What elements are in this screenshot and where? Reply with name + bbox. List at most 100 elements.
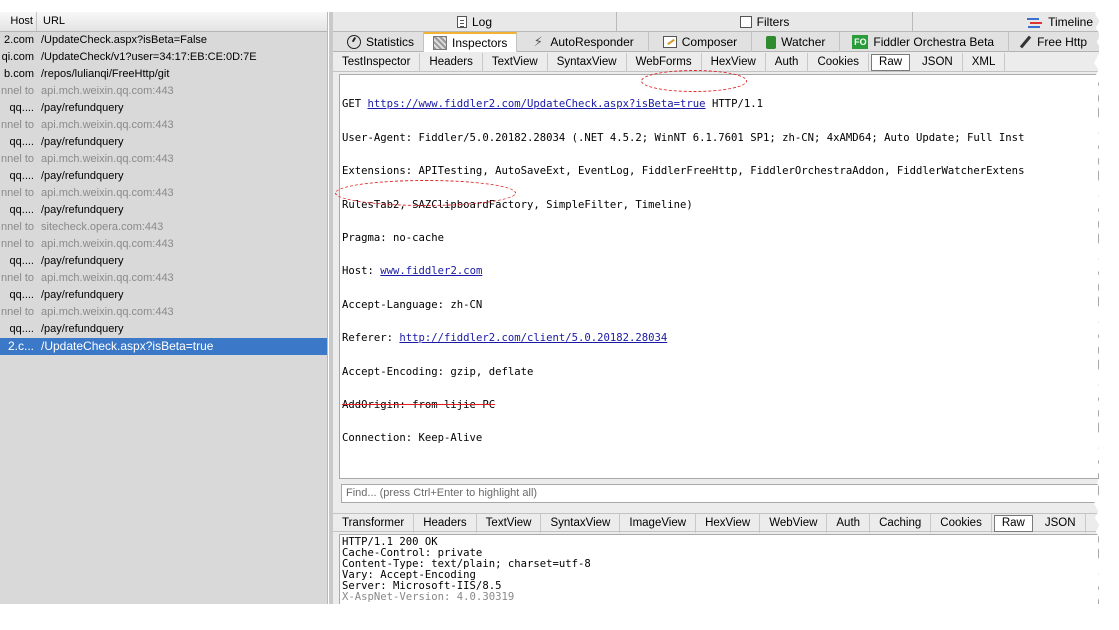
response-tab-textview[interactable]: TextView (477, 514, 542, 533)
timeline-icon (1027, 16, 1043, 29)
session-host: qq.... (9, 289, 34, 301)
tab-inspectors[interactable]: Inspectors (424, 32, 518, 52)
session-row[interactable]: nnel to api.mch.weixin.qq.com:443 (0, 151, 327, 168)
response-tab-imageview[interactable]: ImageView (620, 514, 697, 533)
session-url: api.mch.weixin.qq.com:443 (41, 306, 174, 318)
request-tab-cookies[interactable]: Cookies (808, 53, 870, 72)
header-referer: Referer: http://fiddler2.com/client/5.0.… (342, 332, 668, 345)
session-row[interactable]: qq.... /pay/refundquery (0, 287, 327, 304)
header-extensions: Extensions: APITesting, AutoSaveExt, Eve… (342, 165, 1025, 178)
tab-composer[interactable]: Composer (649, 32, 753, 52)
session-host: nnel to (0, 221, 34, 233)
response-tab-hexview[interactable]: HexView (696, 514, 761, 533)
header-accept-language: Accept-Language: zh-CN (342, 298, 483, 311)
session-row[interactable]: b.com/repos/lulianqi/FreeHttp/git (0, 66, 327, 83)
header-host: Host: www.fiddler2.com (342, 265, 483, 278)
tab-log-label: Log (471, 15, 493, 29)
host-link[interactable]: www.fiddler2.com (380, 265, 482, 277)
response-tab-transformer[interactable]: Transformer (333, 514, 415, 533)
request-tab-syntaxview[interactable]: SyntaxView (548, 53, 627, 72)
session-host: 2.c... (7, 339, 34, 353)
orchestra-fo-icon: FO (852, 35, 869, 49)
session-row[interactable]: nnel to api.mch.weixin.qq.com:443 (0, 304, 327, 321)
referer-link[interactable]: http://fiddler2.com/client/5.0.20182.280… (399, 332, 667, 344)
session-row[interactable]: qq.... /pay/refundquery (0, 253, 327, 270)
request-tab-hexview[interactable]: HexView (702, 53, 766, 72)
response-tab-auth[interactable]: Auth (827, 514, 871, 533)
header-accept-encoding: Accept-Encoding: gzip, deflate (342, 365, 534, 378)
request-tab-testinspector[interactable]: TestInspector (333, 53, 421, 72)
session-row[interactable]: nnel to api.mch.weixin.qq.com:443 (0, 185, 327, 202)
request-tab-auth[interactable]: Auth (766, 53, 809, 72)
session-row[interactable]: 2.com/UpdateCheck.aspx?isBeta=False (0, 32, 327, 49)
tab-free-http-label: Free Http (1037, 35, 1088, 49)
request-tab-headers[interactable]: Headers (420, 53, 483, 72)
session-url: api.mch.weixin.qq.com:443 (41, 238, 174, 250)
response-tab-syntaxview[interactable]: SyntaxView (541, 514, 621, 533)
session-row[interactable]: qq.... /pay/refundquery (0, 168, 327, 185)
tab-watcher[interactable]: Watcher (752, 32, 841, 52)
response-raw-view[interactable]: HTTP/1.1 200 OK Cache-Control: private Con… (339, 534, 1099, 604)
response-tab-raw[interactable]: Raw (993, 515, 1033, 532)
session-row[interactable]: qq.... /pay/refundquery (0, 134, 327, 151)
request-tab-textview[interactable]: TextView (483, 53, 548, 72)
tab-timeline[interactable]: Timeline (913, 12, 1099, 32)
tab-log[interactable]: Log (333, 12, 617, 32)
response-tab-json[interactable]: JSON (1036, 514, 1086, 533)
response-tab-cookies[interactable]: Cookies (931, 514, 992, 533)
session-url: api.mch.weixin.qq.com:443 (41, 85, 174, 97)
request-raw-view[interactable]: GET https://www.fiddler2.com/UpdateCheck… (339, 74, 1099, 479)
session-row[interactable]: nnel to api.mch.weixin.qq.com:443 (0, 83, 327, 100)
header-pragma: Pragma: no-cache (342, 232, 445, 245)
response-tab-caching[interactable]: Caching (870, 514, 932, 533)
response-tab-webview[interactable]: WebView (760, 514, 828, 533)
session-host: nnel to (0, 187, 34, 199)
column-header-url[interactable]: URL (37, 12, 65, 31)
tab-filters[interactable]: Filters (617, 12, 913, 32)
tab-fiddler-orchestra[interactable]: FO Fiddler Orchestra Beta (840, 32, 1010, 52)
column-header-host[interactable]: Host (0, 12, 37, 31)
session-host: qq.... (9, 204, 34, 216)
session-row[interactable]: qq.... /pay/refundquery (0, 100, 327, 117)
session-host: 2.com (4, 34, 34, 46)
request-tab-xml[interactable]: XML (963, 53, 1006, 72)
log-icon (456, 16, 467, 28)
session-url: api.mch.weixin.qq.com:443 (41, 153, 174, 165)
request-tab-json[interactable]: JSON (913, 53, 963, 72)
tab-inspectors-label: Inspectors (452, 36, 508, 50)
find-input[interactable]: Find... (press Ctrl+Enter to highlight a… (341, 484, 1099, 503)
header-extensions-cont: RulesTab2, SAZClipboardFactory, SimpleFi… (342, 198, 693, 211)
request-url-link[interactable]: https://www.fiddler2.com/UpdateCheck.asp… (368, 98, 706, 110)
request-tab-webforms[interactable]: WebForms (627, 53, 702, 72)
session-row[interactable]: nnel to sitecheck.opera.com:443 (0, 219, 327, 236)
response-inspector-tabs: Transformer Headers TextView SyntaxView Imag… (333, 513, 1099, 533)
tab-composer-label: Composer (681, 35, 738, 49)
tab-watcher-label: Watcher (781, 35, 826, 49)
session-url: /UpdateCheck.aspx?isBeta=False (41, 34, 208, 46)
session-row[interactable]: qq.... /pay/refundquery (0, 202, 327, 219)
torn-edge-right (1094, 0, 1119, 630)
session-host: nnel to (0, 119, 34, 131)
session-row[interactable]: 2.c... /UpdateCheck.aspx?isBeta=true (0, 338, 327, 355)
session-row[interactable]: nnel to api.mch.weixin.qq.com:443 (0, 117, 327, 134)
filters-checkbox-icon (739, 16, 752, 28)
session-url: /pay/refundquery (41, 323, 124, 335)
inspectors-icon (433, 36, 448, 50)
session-row[interactable]: nnel to api.mch.weixin.qq.com:443 (0, 270, 327, 287)
session-list: Host URL 2.com/UpdateCheck.aspx?isBeta=F… (0, 12, 328, 604)
session-row[interactable]: qi.com/UpdateCheck/v1?user=34:17:EB:CE:0… (0, 49, 327, 66)
tab-autoresponder[interactable]: ⚡ AutoResponder (517, 32, 649, 52)
session-row[interactable]: nnel to api.mch.weixin.qq.com:443 (0, 236, 327, 253)
request-inspector-tabs: TestInspector Headers TextView SyntaxView We… (333, 53, 1099, 72)
response-tab-headers[interactable]: Headers (414, 514, 477, 533)
session-url: api.mch.weixin.qq.com:443 (41, 272, 174, 284)
tab-timeline-label: Timeline (1048, 15, 1093, 29)
session-row[interactable]: qq.... /pay/refundquery (0, 321, 327, 338)
tab-statistics[interactable]: Statistics (333, 32, 425, 52)
session-url: api.mch.weixin.qq.com:443 (41, 119, 174, 131)
tab-free-http[interactable]: Free Http (1009, 32, 1096, 52)
lightning-icon: ⚡ (533, 34, 543, 49)
session-url: sitecheck.opera.com:443 (41, 221, 164, 233)
request-tab-raw[interactable]: Raw (871, 54, 911, 71)
session-rows: 2.com/UpdateCheck.aspx?isBeta=False qi.co… (0, 32, 327, 355)
